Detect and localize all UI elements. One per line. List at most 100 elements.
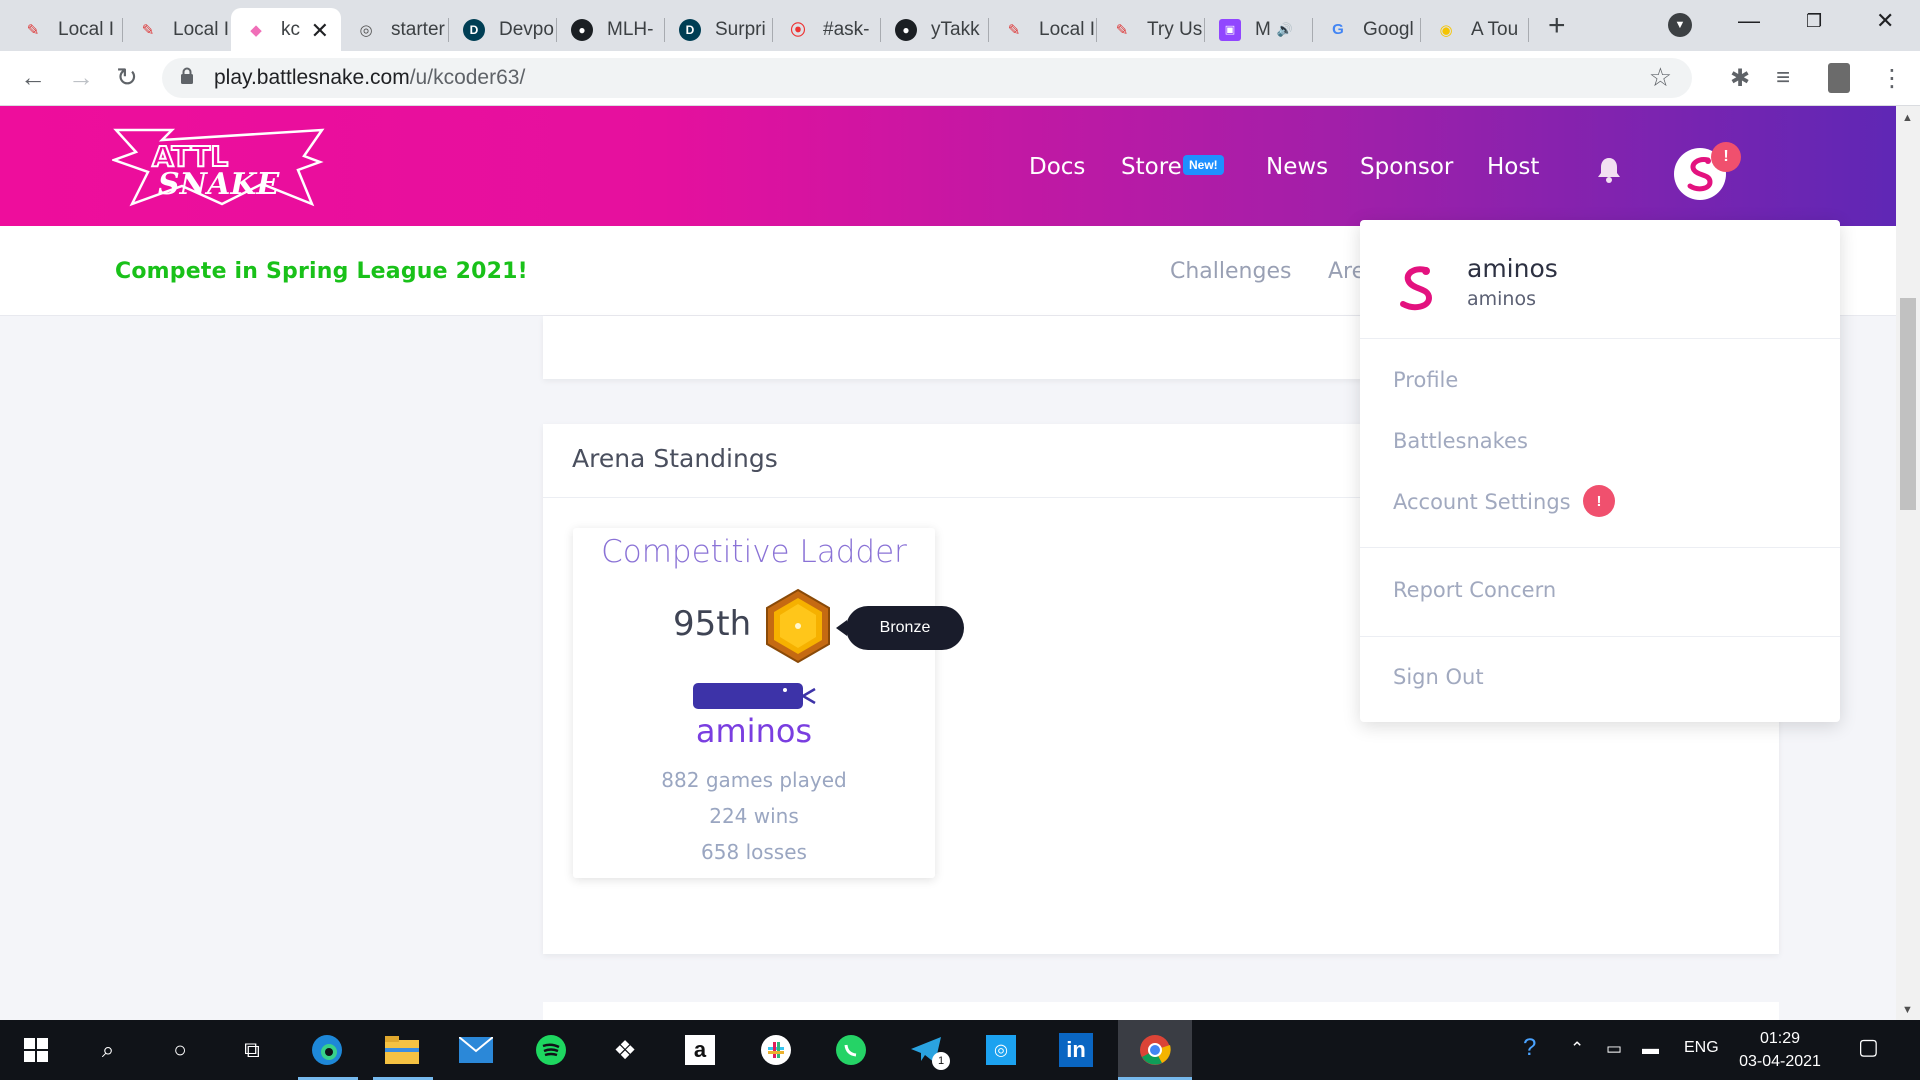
- browser-menu-icon[interactable]: ⋮: [1880, 64, 1904, 93]
- scroll-thumb[interactable]: [1900, 298, 1916, 510]
- bell-icon[interactable]: [1596, 156, 1622, 184]
- browser-tab[interactable]: D Devpo: [449, 8, 557, 51]
- browser-tab[interactable]: ⦿ #ask-: [773, 8, 881, 51]
- menu-item-sign-out[interactable]: Sign Out: [1393, 665, 1484, 689]
- bookmark-star-icon[interactable]: ☆: [1649, 62, 1672, 93]
- cortana-icon[interactable]: ○: [160, 1030, 200, 1070]
- dropbox-icon[interactable]: ❖: [605, 1030, 645, 1070]
- linkedin-icon[interactable]: in: [1056, 1030, 1096, 1070]
- ladder-rank: 95th: [673, 604, 752, 644]
- ladder-title[interactable]: Competitive Ladder: [573, 534, 935, 570]
- browser-tab[interactable]: ✎ Local I: [989, 8, 1097, 51]
- browser-tab-active[interactable]: ◆ kc ✕: [231, 8, 341, 51]
- spotify-icon[interactable]: [531, 1030, 571, 1070]
- github-icon: ●: [895, 18, 917, 41]
- nav-news[interactable]: News: [1266, 154, 1328, 180]
- media-control-icon[interactable]: ≡: [1776, 64, 1790, 92]
- windows-start-icon[interactable]: [16, 1030, 56, 1070]
- dropdown-username: aminos: [1467, 288, 1536, 310]
- battery-icon[interactable]: ▬: [1642, 1039, 1659, 1059]
- github-icon: ●: [571, 18, 593, 41]
- slack-icon[interactable]: [756, 1030, 796, 1070]
- scroll-up-icon[interactable]: ▲: [1902, 112, 1913, 124]
- nav-host[interactable]: Host: [1487, 154, 1539, 180]
- browser-tab[interactable]: ◉ A Tou: [1421, 8, 1529, 51]
- close-window-icon[interactable]: ✕: [1876, 8, 1894, 34]
- notification-center-icon[interactable]: ▢: [1858, 1034, 1879, 1060]
- lock-icon: [181, 67, 193, 84]
- competitive-ladder-card[interactable]: Competitive Ladder 95th aminos 882 games…: [573, 528, 935, 878]
- menu-item-battlesnakes[interactable]: Battlesnakes: [1393, 429, 1528, 453]
- avatar-alert-badge: !: [1711, 142, 1741, 172]
- devpost-icon: D: [463, 18, 485, 41]
- menu-item-report-concern[interactable]: Report Concern: [1393, 578, 1556, 602]
- browser-tab[interactable]: ◎ starter: [341, 8, 449, 51]
- wins-count: 224 wins: [709, 804, 799, 828]
- mail-icon[interactable]: [456, 1030, 496, 1070]
- browser-tab[interactable]: ✎ Local I: [123, 8, 231, 51]
- pencil-icon: ✎: [1115, 21, 1129, 39]
- forward-icon[interactable]: →: [68, 62, 94, 93]
- address-bar[interactable]: play.battlesnake.com/u/kcoder63/ ☆: [162, 58, 1692, 98]
- browser-tab[interactable]: D Surpri: [665, 8, 773, 51]
- restore-icon[interactable]: ❐: [1806, 11, 1822, 32]
- games-played: 882 games played: [661, 768, 847, 792]
- divider: [1360, 338, 1840, 339]
- menu-item-account-settings[interactable]: Account Settings: [1393, 490, 1571, 514]
- meet-now-icon[interactable]: ▭: [1606, 1039, 1622, 1059]
- swirl-icon: ◎: [359, 21, 373, 39]
- snake-name-link[interactable]: aminos: [573, 712, 935, 750]
- edge-icon[interactable]: [307, 1030, 347, 1070]
- file-explorer-icon[interactable]: [382, 1030, 422, 1070]
- pencil-icon: ✎: [26, 21, 40, 39]
- amazon-icon[interactable]: a: [680, 1030, 720, 1070]
- search-icon[interactable]: ⌕: [88, 1030, 128, 1070]
- browser-tab[interactable]: ● yTakk: [881, 8, 989, 51]
- tier-tooltip: Bronze: [836, 606, 964, 650]
- divider: [1360, 636, 1840, 637]
- circle-icon: ◉: [1439, 21, 1453, 39]
- tab-search-icon[interactable]: ▼: [1668, 13, 1692, 37]
- google-icon: G: [1332, 21, 1344, 38]
- browser-tab[interactable]: ✎ Local I: [8, 8, 123, 51]
- nav-docs[interactable]: Docs: [1029, 154, 1085, 180]
- battlesnake-logo[interactable]: ATTL SNAKE: [112, 126, 326, 208]
- browser-tab[interactable]: ✎ Try Us: [1097, 8, 1205, 51]
- task-view-icon[interactable]: ⧉: [232, 1030, 272, 1070]
- new-badge: New!: [1183, 155, 1224, 175]
- browser-tab[interactable]: ▣ M 🔊: [1205, 8, 1313, 51]
- telegram-icon[interactable]: 1: [906, 1030, 950, 1070]
- menu-item-profile[interactable]: Profile: [1393, 368, 1458, 392]
- subnav-challenges[interactable]: Challenges: [1170, 259, 1291, 284]
- pencil-icon: ✎: [141, 21, 155, 39]
- reload-icon[interactable]: ↻: [116, 62, 138, 93]
- back-icon[interactable]: ←: [20, 62, 46, 93]
- system-clock[interactable]: 01:29 03-04-2021: [1730, 1027, 1830, 1073]
- chrome-icon[interactable]: [1135, 1030, 1175, 1070]
- instagram-like-icon[interactable]: ◎: [981, 1030, 1021, 1070]
- help-icon[interactable]: ?: [1523, 1034, 1536, 1062]
- browser-profile-avatar[interactable]: [1828, 63, 1850, 93]
- whatsapp-icon[interactable]: [831, 1030, 871, 1070]
- spring-league-promo[interactable]: Compete in Spring League 2021!: [115, 259, 528, 284]
- url-text: play.battlesnake.com/u/kcoder63/: [214, 66, 526, 89]
- snake-graphic: [693, 683, 816, 709]
- bronze-medal-icon[interactable]: [763, 588, 833, 664]
- close-tab-icon[interactable]: ✕: [311, 18, 329, 44]
- scroll-down-icon[interactable]: ▼: [1902, 1004, 1913, 1016]
- extensions-icon[interactable]: ✱: [1730, 64, 1750, 93]
- nav-store[interactable]: Store: [1121, 154, 1182, 180]
- browser-tab[interactable]: ● MLH-: [557, 8, 665, 51]
- dropdown-display-name: aminos: [1467, 254, 1558, 283]
- browser-tab[interactable]: G Googl: [1313, 8, 1421, 51]
- snake-avatar-icon: [1400, 266, 1433, 311]
- minimize-icon[interactable]: —: [1738, 8, 1760, 34]
- new-tab-icon[interactable]: +: [1548, 9, 1566, 43]
- show-hidden-icons[interactable]: ⌃: [1570, 1039, 1584, 1059]
- language-indicator[interactable]: ENG: [1684, 1039, 1719, 1057]
- page-scrollbar[interactable]: ▲ ▼: [1896, 106, 1920, 1020]
- telegram-badge: 1: [932, 1052, 950, 1070]
- speaker-icon[interactable]: 🔊: [1277, 22, 1293, 38]
- nav-sponsor[interactable]: Sponsor: [1360, 154, 1453, 180]
- windows-taskbar: ⌕ ○ ⧉ ❖ a 1 ◎ in ? ⌃ ▭ ▬ ENG 01:29 03-04…: [0, 1020, 1920, 1080]
